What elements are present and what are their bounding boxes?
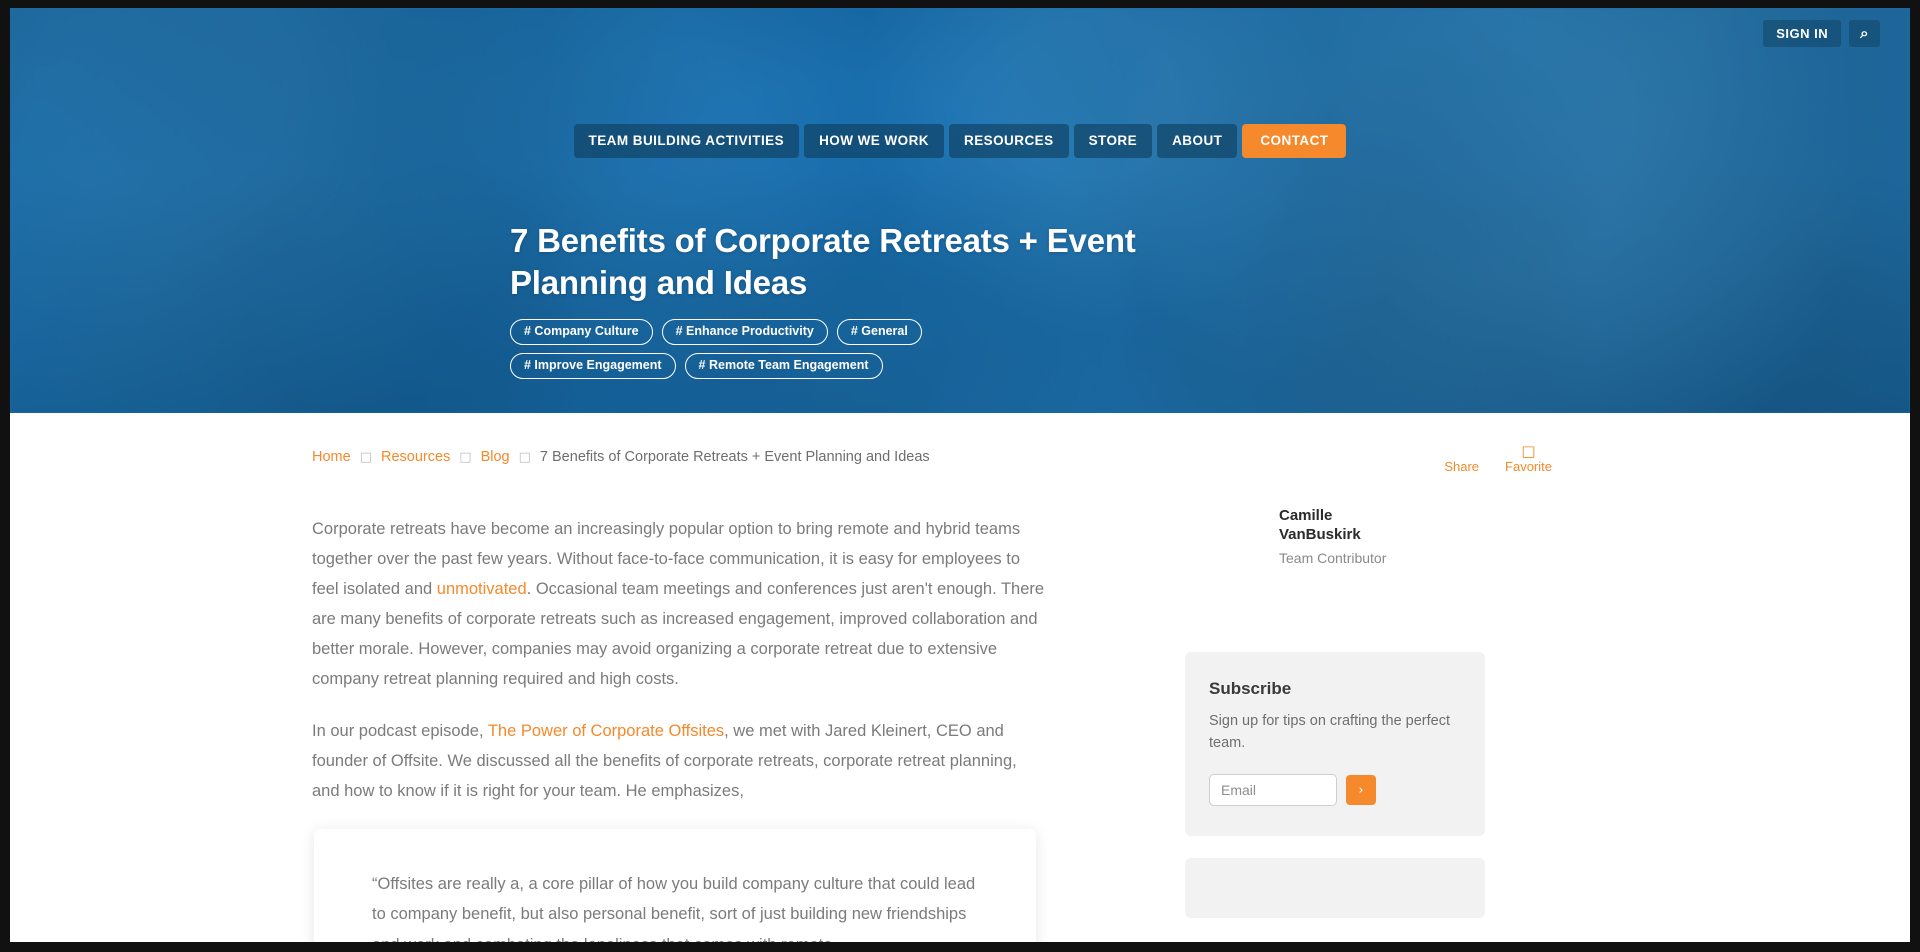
tag-enhance-productivity[interactable]: # Enhance Productivity xyxy=(661,319,828,345)
breadcrumb-row: Home □ Resources □ Blog □ 7 Benefits of … xyxy=(310,441,1610,476)
breadcrumb-item-resources[interactable]: Resources xyxy=(381,449,450,465)
article-paragraph-1: Corporate retreats have become an increa… xyxy=(312,514,1045,694)
breadcrumb-item-current: 7 Benefits of Corporate Retreats + Event… xyxy=(539,449,930,465)
nav-item-about[interactable]: ABOUT xyxy=(1157,124,1238,158)
breadcrumb-separator-icon: □ xyxy=(359,449,372,465)
tag-improve-engagement[interactable]: # Improve Engagement xyxy=(510,352,676,379)
subscribe-submit-button[interactable]: › xyxy=(1346,775,1376,806)
sidebar: Camille VanBuskirk Team Contributor Subs… xyxy=(1185,476,1485,942)
link-power-of-corporate-offsites[interactable]: The Power of Corporate Offsites xyxy=(488,722,724,740)
author-role: Team Contributor xyxy=(1279,549,1387,566)
nav-item-team-building-activities[interactable]: TEAM BUILDING ACTIVITIES xyxy=(573,124,800,158)
tag-general[interactable]: # General xyxy=(836,319,922,345)
page-title: 7 Benefits of Corporate Retreats + Event… xyxy=(510,222,1136,301)
browser-frame: SIGN IN ⌕ TEAM BUILDING ACTIVITIES HOW W… xyxy=(0,0,1920,952)
nav-item-how-we-work[interactable]: HOW WE WORK xyxy=(804,124,944,158)
pullquote-text: “Offsites are really a, a core pillar of… xyxy=(372,874,976,942)
favorite-label: Favorite xyxy=(1505,459,1552,474)
subscribe-card: Subscribe Sign up for tips on crafting t… xyxy=(1185,651,1485,837)
share-button[interactable]: Share xyxy=(1444,441,1479,476)
breadcrumb-item-home[interactable]: Home xyxy=(312,449,351,465)
sign-in-button[interactable]: SIGN IN xyxy=(1763,20,1842,47)
hero-banner: SIGN IN ⌕ TEAM BUILDING ACTIVITIES HOW W… xyxy=(10,8,1910,413)
breadcrumb-separator-icon: □ xyxy=(459,449,472,465)
breadcrumb-item-blog[interactable]: Blog xyxy=(481,449,510,465)
link-unmotivated[interactable]: unmotivated xyxy=(437,580,527,598)
nav-item-contact[interactable]: CONTACT xyxy=(1242,124,1347,158)
tag-list: # Company Culture # Enhance Productivity… xyxy=(510,319,1095,379)
breadcrumb: Home □ Resources □ Blog □ 7 Benefits of … xyxy=(312,441,930,465)
pullquote-card: “Offsites are really a, a core pillar of… xyxy=(314,828,1036,942)
article-paragraph-2: In our podcast episode, The Power of Cor… xyxy=(312,716,1045,806)
article-paragraph-2-part-a: In our podcast episode, xyxy=(312,721,488,740)
content-columns: Corporate retreats have become an increa… xyxy=(310,476,1610,942)
favorite-icon: □ xyxy=(1521,442,1536,460)
author-name: Camille VanBuskirk xyxy=(1279,506,1361,544)
article-actions: Share □ Favorite xyxy=(1444,441,1610,476)
favorite-button[interactable]: □ Favorite xyxy=(1505,441,1552,476)
nav-item-resources[interactable]: RESOURCES xyxy=(949,124,1069,158)
nav-item-store[interactable]: STORE xyxy=(1073,124,1153,158)
utility-bar: SIGN IN ⌕ xyxy=(1763,20,1880,47)
search-icon[interactable]: ⌕ xyxy=(1849,20,1880,47)
email-field[interactable] xyxy=(1209,774,1337,807)
author-card: Camille VanBuskirk Team Contributor xyxy=(1185,505,1485,592)
subscribe-title: Subscribe xyxy=(1209,678,1292,698)
author-meta: Camille VanBuskirk Team Contributor xyxy=(1279,506,1389,566)
article-body: Corporate retreats have become an increa… xyxy=(310,476,1045,942)
page-viewport: SIGN IN ⌕ TEAM BUILDING ACTIVITIES HOW W… xyxy=(10,8,1910,942)
tag-company-culture[interactable]: # Company Culture xyxy=(510,319,653,345)
breadcrumb-separator-icon: □ xyxy=(518,449,531,465)
share-label: Share xyxy=(1444,459,1480,474)
subscribe-form: › xyxy=(1209,774,1461,807)
main-navigation: TEAM BUILDING ACTIVITIES HOW WE WORK RES… xyxy=(10,124,1910,158)
tag-remote-team-engagement[interactable]: # Remote Team Engagement xyxy=(684,352,883,379)
subscribe-description: Sign up for tips on crafting the perfect… xyxy=(1209,712,1450,752)
page-content: Home □ Resources □ Blog □ 7 Benefits of … xyxy=(10,413,1910,942)
avatar xyxy=(1185,505,1265,586)
hero-text-block: 7 Benefits of Corporate Retreats + Event… xyxy=(510,220,1270,379)
secondary-sidebar-card xyxy=(1185,858,1485,919)
share-icon xyxy=(1444,441,1479,458)
